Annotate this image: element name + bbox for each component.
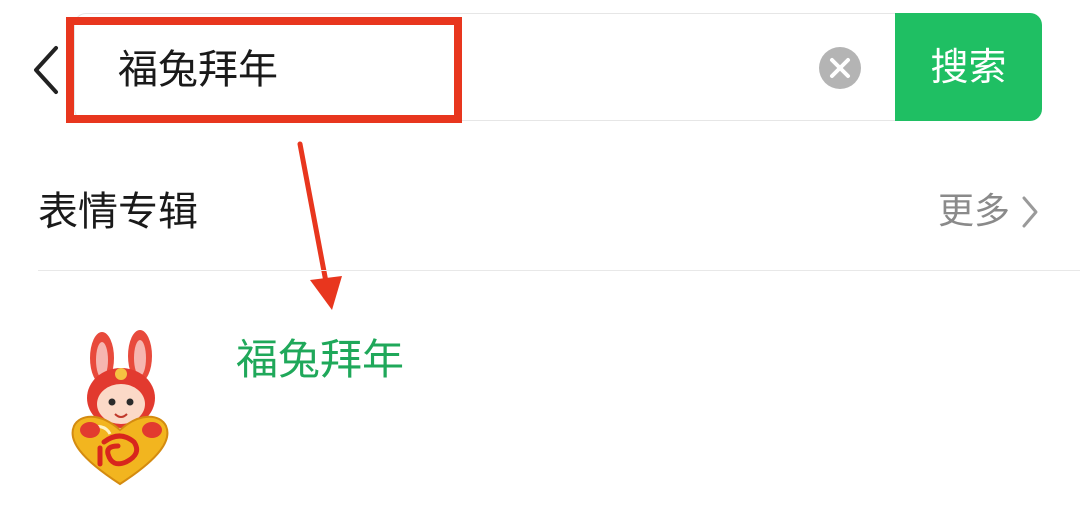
section-title: 表情专辑 xyxy=(38,189,198,235)
rabbit-sticker-icon xyxy=(71,330,169,486)
back-button[interactable] xyxy=(28,44,68,96)
result-title: 福兔拜年 xyxy=(236,335,405,384)
clear-button[interactable] xyxy=(818,46,862,90)
divider xyxy=(38,270,1080,271)
more-link[interactable]: 更多 xyxy=(938,184,1040,240)
search-page: 搜索 表情专辑 更多 xyxy=(0,0,1080,524)
search-input[interactable] xyxy=(118,40,758,100)
clear-icon xyxy=(819,47,861,89)
more-label: 更多 xyxy=(937,191,1010,232)
chevron-right-icon xyxy=(1022,196,1038,228)
list-item[interactable]: 福兔拜年 xyxy=(60,320,1040,500)
chevron-left-icon xyxy=(34,46,58,94)
annotation-arrow-icon xyxy=(297,141,342,310)
search-button[interactable]: 搜索 xyxy=(895,13,1042,121)
